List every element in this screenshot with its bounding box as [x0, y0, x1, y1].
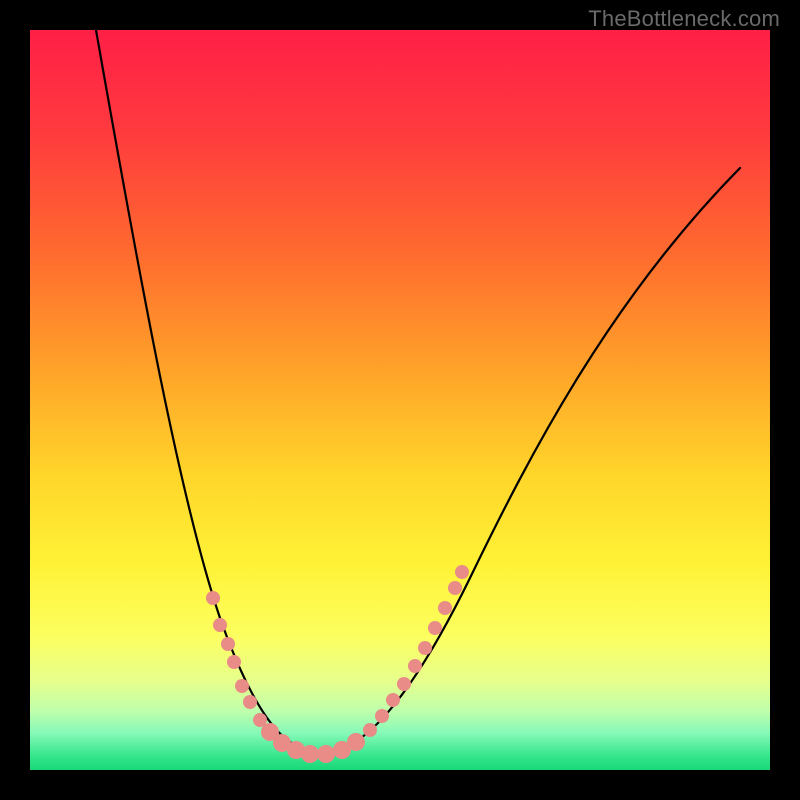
highlight-dot: [397, 677, 411, 691]
watermark-text: TheBottleneck.com: [588, 6, 780, 32]
chart-frame: TheBottleneck.com: [0, 0, 800, 800]
plot-area: [30, 30, 770, 770]
highlight-dot: [363, 723, 377, 737]
highlight-dot: [221, 637, 235, 651]
highlight-dot: [448, 581, 462, 595]
highlighted-range-dots: [206, 565, 469, 763]
highlight-dot: [227, 655, 241, 669]
highlight-dot: [317, 745, 335, 763]
highlight-dot: [386, 693, 400, 707]
highlight-dot: [206, 591, 220, 605]
highlight-dot: [375, 709, 389, 723]
bottleneck-curve-svg: [30, 30, 770, 770]
highlight-dot: [438, 601, 452, 615]
highlight-dot: [235, 679, 249, 693]
bottleneck-curve-line: [96, 30, 740, 752]
highlight-dot: [347, 733, 365, 751]
highlight-dot: [301, 745, 319, 763]
highlight-dot: [418, 641, 432, 655]
highlight-dot: [455, 565, 469, 579]
highlight-dot: [213, 618, 227, 632]
highlight-dot: [408, 659, 422, 673]
highlight-dot: [428, 621, 442, 635]
highlight-dot: [243, 695, 257, 709]
